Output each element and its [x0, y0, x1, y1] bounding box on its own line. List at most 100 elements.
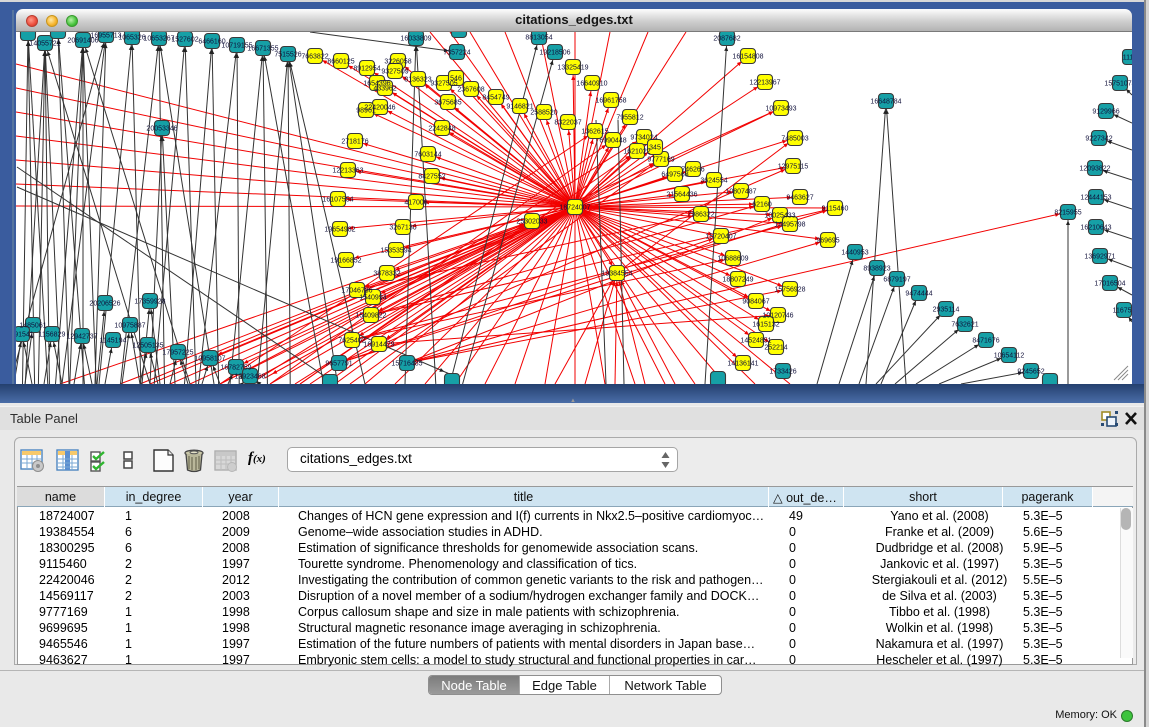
svg-text:15751074: 15751074 — [1104, 81, 1132, 88]
svg-text:1065326: 1065326 — [118, 35, 145, 42]
svg-text:417006: 417006 — [404, 200, 427, 207]
svg-text:14524851: 14524851 — [740, 338, 771, 345]
svg-text:12975115: 12975115 — [778, 164, 809, 171]
svg-text:13325419: 13325419 — [557, 65, 588, 72]
svg-text:2367608: 2367608 — [457, 87, 484, 94]
svg-text:7625402: 7625402 — [338, 338, 365, 345]
svg-text:12942737: 12942737 — [66, 334, 97, 341]
svg-text:2718176: 2718176 — [341, 139, 368, 146]
svg-text:2935114: 2935114 — [933, 307, 960, 314]
svg-text:10120746: 10120746 — [762, 313, 793, 320]
svg-text:2087682: 2087682 — [713, 36, 740, 43]
svg-text:15409822: 15409822 — [355, 313, 386, 320]
svg-text:9227342: 9227342 — [1085, 136, 1112, 143]
svg-text:12213967: 12213967 — [749, 80, 780, 87]
svg-text:1156829: 1156829 — [39, 332, 66, 339]
svg-text:12923468: 12923468 — [234, 374, 265, 381]
svg-text:1145194: 1145194 — [100, 338, 127, 345]
svg-text:3675685: 3675685 — [434, 100, 461, 107]
svg-text:3878332: 3878332 — [373, 271, 400, 278]
svg-text:17046786: 17046786 — [341, 288, 372, 295]
svg-text:16210643: 16210643 — [1080, 225, 1111, 232]
svg-text:16914479: 16914479 — [363, 342, 394, 349]
svg-text:1362615: 1362615 — [581, 129, 608, 136]
svg-text:252214: 252214 — [764, 345, 787, 352]
svg-text:17359928: 17359928 — [134, 299, 165, 306]
svg-text:1621022: 1621022 — [623, 149, 650, 156]
svg-text:345: 345 — [649, 145, 661, 152]
svg-text:9657791: 9657791 — [325, 361, 352, 368]
svg-text:15756928: 15756928 — [774, 287, 805, 294]
svg-text:391541: 391541 — [16, 332, 34, 339]
svg-text:7663822: 7663822 — [301, 54, 328, 61]
svg-text:20053346: 20053346 — [146, 126, 177, 133]
svg-text:1117: 1117 — [1123, 55, 1132, 62]
svg-text:7986322: 7986322 — [687, 212, 714, 219]
svg-text:10973493: 10973493 — [765, 106, 796, 113]
svg-text:14136141: 14136141 — [727, 361, 758, 368]
svg-text:98961: 98961 — [356, 108, 376, 115]
svg-text:3226058: 3226058 — [384, 59, 411, 66]
svg-text:8215955: 8215955 — [1054, 210, 1081, 217]
svg-text:1615132: 1615132 — [752, 322, 779, 329]
svg-text:16955713: 16955713 — [90, 33, 121, 40]
svg-text:546: 546 — [450, 76, 462, 83]
svg-text:1733426: 1733426 — [769, 369, 796, 376]
svg-text:21564436: 21564436 — [666, 192, 697, 199]
svg-text:8813054: 8813054 — [525, 35, 552, 42]
svg-text:8427552: 8427552 — [418, 174, 445, 181]
svg-text:7632621: 7632621 — [951, 322, 978, 329]
svg-text:3624554: 3624554 — [700, 178, 727, 185]
svg-text:15716485: 15716485 — [391, 361, 422, 368]
svg-text:16648784: 16648784 — [870, 99, 901, 106]
svg-text:12444153: 12444153 — [1080, 195, 1111, 202]
svg-text:12505135: 12505135 — [132, 343, 163, 350]
svg-text:10654112: 10654112 — [994, 353, 1025, 360]
svg-text:19166852: 19166852 — [330, 258, 361, 265]
svg-text:16107554: 16107554 — [322, 197, 353, 204]
svg-text:7515526: 7515526 — [274, 52, 301, 59]
svg-text:6497568: 6497568 — [661, 172, 688, 179]
svg-text:10653267: 10653267 — [143, 36, 174, 43]
svg-text:6879197: 6879197 — [883, 277, 910, 284]
svg-text:15720407: 15720407 — [705, 234, 736, 241]
svg-text:2242848: 2242848 — [428, 126, 455, 133]
svg-text:25302033: 25302033 — [516, 219, 547, 226]
svg-text:10975887: 10975887 — [114, 323, 145, 330]
svg-text:9129966: 9129966 — [1092, 109, 1119, 116]
svg-text:8660125: 8660125 — [327, 59, 354, 66]
svg-text:8912954: 8912954 — [353, 66, 380, 73]
svg-text:9245652: 9245652 — [1017, 369, 1044, 376]
svg-text:116753: 116753 — [1113, 308, 1132, 315]
svg-text:16640910: 16640910 — [576, 81, 607, 88]
svg-text:1540994: 1540994 — [359, 295, 386, 302]
svg-text:9474444: 9474444 — [905, 291, 932, 298]
svg-text:15353594: 15353594 — [380, 248, 411, 255]
svg-text:9777169: 9777169 — [647, 157, 674, 164]
svg-text:9734024: 9734024 — [630, 135, 657, 142]
svg-text:12213363: 12213363 — [332, 168, 363, 175]
svg-text:9463627: 9463627 — [786, 195, 813, 202]
svg-text:8938923: 8938923 — [863, 266, 890, 273]
svg-text:10958107: 10958107 — [194, 356, 225, 363]
svg-text:1440953: 1440953 — [841, 250, 868, 257]
svg-text:8136323: 8136323 — [404, 77, 431, 84]
svg-text:9327509: 9327509 — [381, 69, 408, 76]
svg-text:62160: 62160 — [752, 202, 772, 209]
svg-text:10025433: 10025433 — [764, 213, 795, 220]
svg-text:3267130: 3267130 — [389, 225, 416, 232]
svg-text:17957225: 17957225 — [162, 350, 193, 357]
svg-text:433962: 433962 — [373, 86, 396, 93]
svg-text:16961758: 16961758 — [595, 98, 626, 105]
svg-text:1485061: 1485061 — [19, 323, 46, 330]
svg-text:20206526: 20206526 — [89, 301, 120, 308]
svg-text:6990448: 6990448 — [599, 138, 626, 145]
svg-text:16154808: 16154808 — [732, 54, 763, 61]
svg-text:2588520: 2588520 — [530, 110, 557, 117]
svg-text:8471676: 8471676 — [972, 338, 999, 345]
svg-text:10807487: 10807487 — [725, 189, 756, 196]
svg-text:969695: 969695 — [816, 238, 839, 245]
svg-text:7357224: 7357224 — [443, 50, 470, 57]
svg-text:7485003: 7485003 — [781, 136, 808, 143]
svg-text:19654982: 19654982 — [324, 227, 355, 234]
